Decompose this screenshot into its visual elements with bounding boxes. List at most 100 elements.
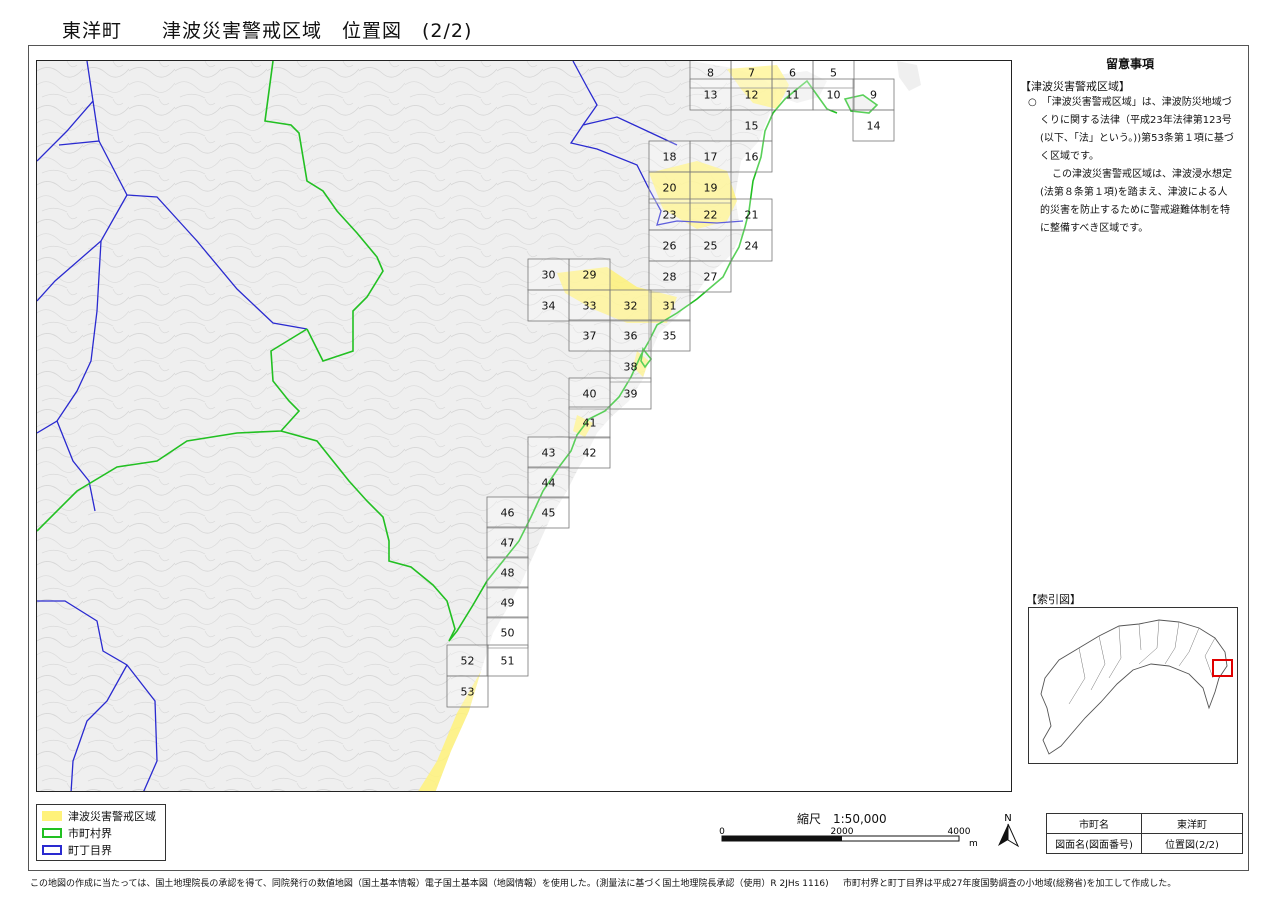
sheet-10[interactable]: 10: [812, 78, 855, 111]
sheet-23[interactable]: 23: [648, 198, 691, 231]
info-value-drawing: 位置図(2/2): [1141, 833, 1243, 854]
sheet-28[interactable]: 28: [648, 260, 691, 293]
sheet-number: 37: [583, 330, 597, 343]
sheet-50[interactable]: 50: [486, 616, 529, 649]
sheet-number: 26: [663, 240, 677, 253]
main-map[interactable]: 5 6 7 8 9 10 11 12 13 14 15 16 17 18 19 20 21 22 23 24 25 26 2…: [36, 60, 1012, 792]
sheet-number: 42: [583, 447, 597, 460]
legend-label-zone: 津波災害警戒区域: [68, 810, 156, 823]
sheet-number: 15: [745, 120, 759, 133]
sheet-22[interactable]: 22: [689, 198, 732, 231]
notes-heading: 【津波災害警戒区域】: [1020, 80, 1130, 93]
sheet-43[interactable]: 43: [527, 436, 570, 469]
north-arrow-icon: N: [998, 813, 1020, 848]
sheet-29[interactable]: 29: [568, 258, 611, 291]
legend: 津波災害警戒区域 市町村界 町丁目界: [36, 804, 166, 861]
sheet-number: 39: [624, 388, 638, 401]
sheet-number: 11: [786, 89, 800, 102]
sheet-number: 19: [704, 182, 718, 195]
sheet-number: 38: [624, 361, 638, 374]
sheet-48[interactable]: 48: [486, 556, 529, 589]
sheet-15[interactable]: 15: [730, 109, 773, 142]
sheet-number: 53: [461, 686, 475, 699]
legend-item-district: 町丁目界: [42, 843, 112, 857]
sheet-number: 28: [663, 271, 677, 284]
index-map-canvas: [1040, 619, 1233, 755]
sheet-27[interactable]: 27: [689, 260, 732, 293]
sheet-number: 27: [704, 271, 718, 284]
sheet-31[interactable]: 31: [648, 289, 691, 322]
sheet-number: 50: [501, 627, 515, 640]
sheet-number: 16: [745, 151, 759, 164]
sheet-35[interactable]: 35: [648, 319, 691, 352]
sheet-53[interactable]: 53: [446, 675, 489, 708]
sheet-12[interactable]: 12: [730, 78, 773, 111]
sheet-36[interactable]: 36: [609, 319, 652, 352]
sheet-number: 51: [501, 655, 515, 668]
notes-title: 留意事項: [1105, 57, 1154, 71]
sheet-38[interactable]: 38: [609, 350, 652, 383]
sheet-number: 41: [583, 417, 597, 430]
sheet-21[interactable]: 21: [730, 198, 773, 231]
sheet-51[interactable]: 51: [486, 644, 529, 677]
sheet-33[interactable]: 33: [568, 289, 611, 322]
sheet-13[interactable]: 13: [689, 78, 732, 111]
map-canvas: 5 6 7 8 9 10 11 12 13 14 15 16 17 18 19 20 21 22 23 24 25 26 2…: [37, 61, 1011, 791]
sheet-number: 44: [542, 477, 556, 490]
notes-body: ○ 「津波災害警戒区域」は、津波防災地域づくりに関する法律（平成23年法律第12…: [1028, 94, 1234, 238]
sheet-20[interactable]: 20: [648, 171, 691, 204]
scale-bar: 0 2000 4000 m: [719, 827, 978, 849]
legend-label-municipal: 市町村界: [68, 827, 112, 840]
sheet-44[interactable]: 44: [527, 466, 570, 499]
info-row-city: 市町名 東洋町: [1046, 813, 1243, 834]
sheet-18[interactable]: 18: [648, 140, 691, 173]
sheet-19[interactable]: 19: [689, 171, 732, 204]
index-map[interactable]: [1028, 607, 1238, 764]
sheet-11[interactable]: 11: [771, 78, 814, 111]
sheet-34[interactable]: 34: [527, 289, 570, 322]
sheet-52[interactable]: 52: [446, 644, 489, 677]
sheet-number: 40: [583, 388, 597, 401]
sheet-25[interactable]: 25: [689, 229, 732, 262]
sheet-24[interactable]: 24: [730, 229, 773, 262]
sheet-37[interactable]: 37: [568, 319, 611, 352]
sheet-number: 9: [870, 89, 877, 102]
sheet-number: 52: [461, 655, 475, 668]
sheet-number: 8: [707, 67, 714, 80]
notes-paragraph-1: ○ 「津波災害警戒区域」は、津波防災地域づくりに関する法律（平成23年法律第12…: [1028, 97, 1234, 162]
info-row-drawing: 図面名(図面番号) 位置図(2/2): [1046, 833, 1243, 854]
sheet-40[interactable]: 40: [568, 377, 611, 410]
sheet-number: 48: [501, 567, 515, 580]
sheet-number: 10: [827, 89, 841, 102]
sheet-number: 22: [704, 209, 718, 222]
footer-credit: この地図の作成に当たっては、国土地理院長の承認を得て、同院発行の数値地図（国土基…: [30, 879, 829, 889]
sheet-number: 46: [501, 507, 515, 520]
sheet-number: 6: [789, 67, 796, 80]
sheet-30[interactable]: 30: [527, 258, 570, 291]
sheet-number: 20: [663, 182, 677, 195]
info-table: 市町名 東洋町 図面名(図面番号) 位置図(2/2): [1046, 813, 1243, 854]
scale-unit: m: [969, 839, 978, 849]
sheet-number: 17: [704, 151, 718, 164]
sheet-39[interactable]: 39: [609, 377, 652, 410]
sheet-46[interactable]: 46: [486, 496, 529, 529]
legend-label-district: 町丁目界: [68, 844, 112, 857]
sheet-number: 31: [663, 300, 677, 313]
info-key-drawing: 図面名(図面番号): [1046, 833, 1142, 854]
sheet-16[interactable]: 16: [730, 140, 773, 173]
sheet-14[interactable]: 14: [852, 109, 895, 142]
sheet-32[interactable]: 32: [609, 289, 652, 322]
sheet-9[interactable]: 9: [852, 78, 895, 111]
sheet-41[interactable]: 41: [568, 406, 611, 439]
legend-item-zone: 津波災害警戒区域: [42, 809, 156, 823]
sheet-49[interactable]: 49: [486, 586, 529, 619]
sheet-47[interactable]: 47: [486, 526, 529, 559]
sheet-number: 5: [830, 67, 837, 80]
sheet-number: 49: [501, 597, 515, 610]
sheet-17[interactable]: 17: [689, 140, 732, 173]
page-title: 東洋町 津波災害警戒区域 位置図 (2/2): [62, 20, 473, 42]
sheet-45[interactable]: 45: [527, 496, 570, 529]
legend-swatch-zone: [42, 811, 62, 821]
sheet-26[interactable]: 26: [648, 229, 691, 262]
sheet-42[interactable]: 42: [568, 436, 611, 469]
